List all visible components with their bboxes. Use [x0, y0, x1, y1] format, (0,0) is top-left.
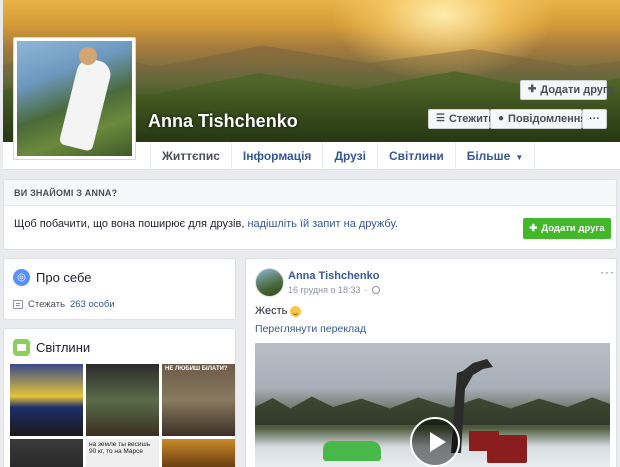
- post-date[interactable]: 16 грудня о 18:33: [288, 285, 361, 295]
- tab-more-label: Більше: [466, 149, 511, 163]
- tab-photos[interactable]: Світлини: [378, 142, 456, 170]
- profile-page: Anna Tishchenko ✚ Додати друга ☰ Стежити…: [0, 0, 620, 467]
- play-icon[interactable]: [410, 417, 460, 467]
- tab-about-label: Інформація: [242, 149, 312, 163]
- photo-thumbnail[interactable]: НЕ ЛЮБИШ БІЛАТИ?: [162, 364, 235, 436]
- profile-name[interactable]: Anna Tishchenko: [148, 111, 298, 132]
- photos-title: Світлини: [13, 339, 90, 356]
- know-person-heading: ВИ ЗНАЙОМІ З ANNA?: [4, 180, 616, 206]
- photo-icon: [13, 339, 30, 356]
- post-author[interactable]: Anna Tishchenko: [288, 270, 379, 282]
- know-person-box: ВИ ЗНАЙОМІ З ANNA? Щоб побачити, що вона…: [3, 179, 617, 250]
- followers-count-link[interactable]: 263 особи: [70, 299, 115, 310]
- followers-icon: [13, 300, 23, 309]
- post-video[interactable]: [255, 343, 610, 467]
- tab-friends[interactable]: Друзі: [323, 142, 378, 170]
- add-friend-label: Додати друга: [541, 223, 605, 234]
- more-options-button[interactable]: ···: [582, 109, 607, 129]
- globe-icon: ◎: [13, 269, 30, 286]
- photos-card: Світлини НЕ ЛЮБИШ БІЛАТИ? на земле ты ве…: [3, 328, 236, 467]
- tab-friends-label: Друзі: [334, 149, 366, 163]
- photo-thumbnail[interactable]: на земле ты весишь 90 кг, то на Марсе: [86, 439, 159, 467]
- see-translation-link[interactable]: Переглянути переклад: [255, 323, 366, 335]
- photo-grid: НЕ ЛЮБИШ БІЛАТИ? на земле ты весишь 90 к…: [10, 364, 236, 467]
- know-person-text: Щоб побачити, що вона поширює для друзів…: [14, 218, 398, 230]
- photos-title-label[interactable]: Світлини: [36, 340, 90, 355]
- post-text-body: Жесть: [255, 305, 288, 317]
- tab-timeline-label: Життєпис: [162, 149, 220, 163]
- messenger-icon: ●: [498, 113, 505, 124]
- message-label: Повідомлення: [508, 113, 587, 125]
- followers-line: Стежать 263 особи: [13, 299, 115, 310]
- follow-label: Стежити: [448, 113, 495, 125]
- post-meta: 16 грудня о 18:33 ·: [288, 285, 380, 295]
- tab-timeline[interactable]: Життєпис: [150, 142, 232, 170]
- cover-add-friend-button[interactable]: ✚ Додати друга: [520, 80, 614, 100]
- tab-about[interactable]: Інформація: [232, 142, 324, 170]
- tab-photos-label: Світлини: [388, 149, 444, 163]
- tab-more[interactable]: Більше ▼: [456, 142, 536, 170]
- post-meta-separator: ·: [364, 285, 368, 295]
- message-button[interactable]: ● Повідомлення: [490, 109, 587, 129]
- about-card: ◎ Про себе Стежать 263 особи: [3, 258, 236, 320]
- add-friend-icon: ✚: [529, 223, 538, 234]
- photo-caption: на земле ты весишь 90 кг, то на Марсе: [89, 441, 151, 456]
- send-friend-request-link[interactable]: надішліть їй запит на дружбу.: [247, 218, 397, 230]
- follow-button[interactable]: ☰ Стежити: [428, 109, 495, 129]
- video-truck: [487, 435, 527, 463]
- photo-thumbnail[interactable]: [162, 439, 235, 467]
- profile-figure: [58, 56, 114, 152]
- about-title-label: Про себе: [36, 270, 92, 285]
- more-options-label: ···: [589, 113, 600, 125]
- about-title: ◎ Про себе: [13, 269, 92, 286]
- chevron-down-icon: ▼: [515, 153, 524, 162]
- photo-thumbnail[interactable]: [10, 364, 83, 436]
- profile-tabs: Життєпис Інформація Друзі Світлини Більш…: [150, 142, 536, 170]
- public-globe-icon: [371, 286, 380, 294]
- rss-icon: ☰: [436, 113, 445, 124]
- avatar[interactable]: [255, 268, 284, 297]
- photo-caption: НЕ ЛЮБИШ БІЛАТИ?: [165, 366, 228, 372]
- profile-picture[interactable]: [13, 37, 136, 160]
- photo-thumbnail[interactable]: [86, 364, 159, 436]
- video-car: [323, 441, 381, 461]
- profile-picture-image: [17, 41, 132, 156]
- followers-prefix: Стежать: [28, 299, 66, 310]
- profile-figure-head: [79, 47, 97, 65]
- post-options-icon[interactable]: ···: [600, 265, 615, 279]
- add-friend-button[interactable]: ✚ Додати друга: [523, 218, 611, 239]
- photo-thumbnail[interactable]: [10, 439, 83, 467]
- timeline-post: Anna Tishchenko 16 грудня о 18:33 · ··· …: [245, 258, 617, 467]
- know-person-prefix: Щоб побачити, що вона поширює для друзів…: [14, 218, 248, 230]
- smiley-icon: [290, 305, 302, 317]
- cover-add-friend-label: Додати друга: [540, 84, 614, 96]
- post-text: Жесть: [255, 305, 302, 317]
- add-friend-icon: ✚: [528, 84, 537, 95]
